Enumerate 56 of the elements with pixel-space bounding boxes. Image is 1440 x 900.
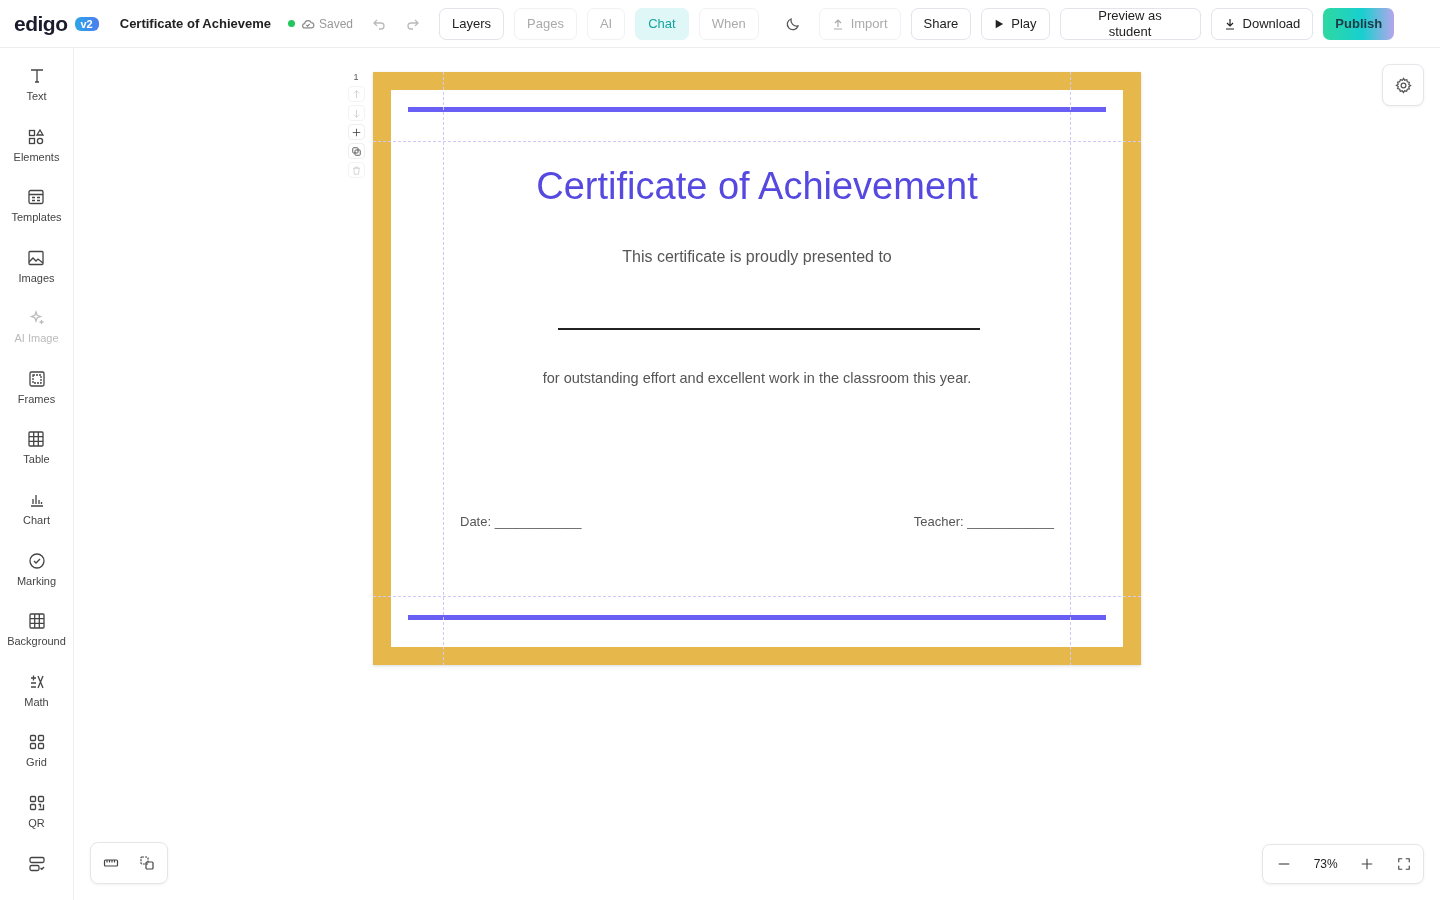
plus-icon — [351, 127, 361, 137]
download-button[interactable]: Download — [1210, 7, 1314, 40]
download-icon — [1223, 17, 1236, 30]
settings-button[interactable] — [1382, 64, 1424, 106]
document-title[interactable]: Certificate of Achieveme — [119, 16, 271, 31]
sidebar-item[interactable]: Chart — [23, 491, 50, 537]
overlap-icon[interactable] — [139, 855, 155, 871]
grid-tool-icon — [27, 733, 46, 752]
teacher-field: Teacher: ____________ — [913, 514, 1054, 529]
save-status: Saved — [319, 16, 354, 31]
certificate-text: for outstanding effort and excellent work in the classroom this year. — [542, 370, 972, 386]
marking-tool-icon — [27, 551, 46, 570]
certificate-page[interactable]: Certificate of Achievement This certificate is proudly presented to for outstanding effort and excellent work in the classroom this year. Date: ____________ Teacher: ____________ — [373, 72, 1141, 665]
sidebar-item[interactable]: Grid — [26, 733, 47, 779]
add-page-button[interactable] — [347, 124, 365, 140]
sidebar-item[interactable]: Elements — [13, 127, 60, 174]
sidebar-item[interactable]: Background — [7, 612, 66, 658]
date-field: Date: ____________ — [460, 514, 582, 529]
version-badge: v2 — [74, 16, 99, 31]
sidebar-item[interactable]: Templates — [11, 188, 62, 234]
sidebar-item[interactable]: Table — [23, 430, 50, 477]
arrow-up-icon — [351, 89, 361, 99]
copy-icon — [351, 146, 361, 156]
sidebar-item[interactable]: QR — [27, 793, 46, 840]
images-tool-icon — [27, 248, 46, 267]
zoom-in-icon[interactable] — [1360, 857, 1375, 871]
certificate-subtitle: This certificate is proudly presented to — [622, 248, 892, 266]
preview-button[interactable]: Preview as student — [1059, 7, 1201, 40]
page-number: 1 — [353, 72, 359, 82]
background-tool-icon — [27, 612, 46, 631]
app-logo: edigo — [14, 11, 68, 36]
elements-tool-icon — [27, 127, 46, 146]
settings-icon — [1394, 76, 1412, 94]
upload-icon — [831, 17, 844, 30]
sidebar-item[interactable]: Marking — [16, 551, 57, 598]
trash-icon — [351, 165, 361, 175]
sidebar-item[interactable]: Text — [26, 67, 47, 113]
forms-tool-icon — [27, 854, 46, 873]
certificate-title: Certificate of Achievement — [536, 165, 978, 208]
toolbar-tab[interactable]: Layers — [439, 7, 505, 40]
play-button[interactable]: Play — [981, 7, 1050, 40]
templates-tool-icon — [27, 188, 46, 207]
sidebar-item[interactable]: Math — [24, 672, 49, 719]
sidebar-item[interactable]: Frames — [17, 369, 56, 416]
qr-tool-icon — [27, 793, 46, 812]
zoom-level: 73% — [1313, 857, 1338, 871]
arrow-down-icon — [351, 108, 361, 118]
fullscreen-icon[interactable] — [1397, 857, 1411, 871]
status-dot — [288, 20, 295, 27]
sidebar-item[interactable]: Images — [18, 248, 55, 295]
table-tool-icon — [27, 430, 46, 449]
duplicate-button[interactable] — [347, 143, 365, 159]
share-button[interactable]: Share — [910, 7, 972, 40]
moon-icon[interactable] — [784, 15, 801, 32]
play-icon — [994, 18, 1005, 29]
frames-tool-icon — [27, 369, 46, 388]
